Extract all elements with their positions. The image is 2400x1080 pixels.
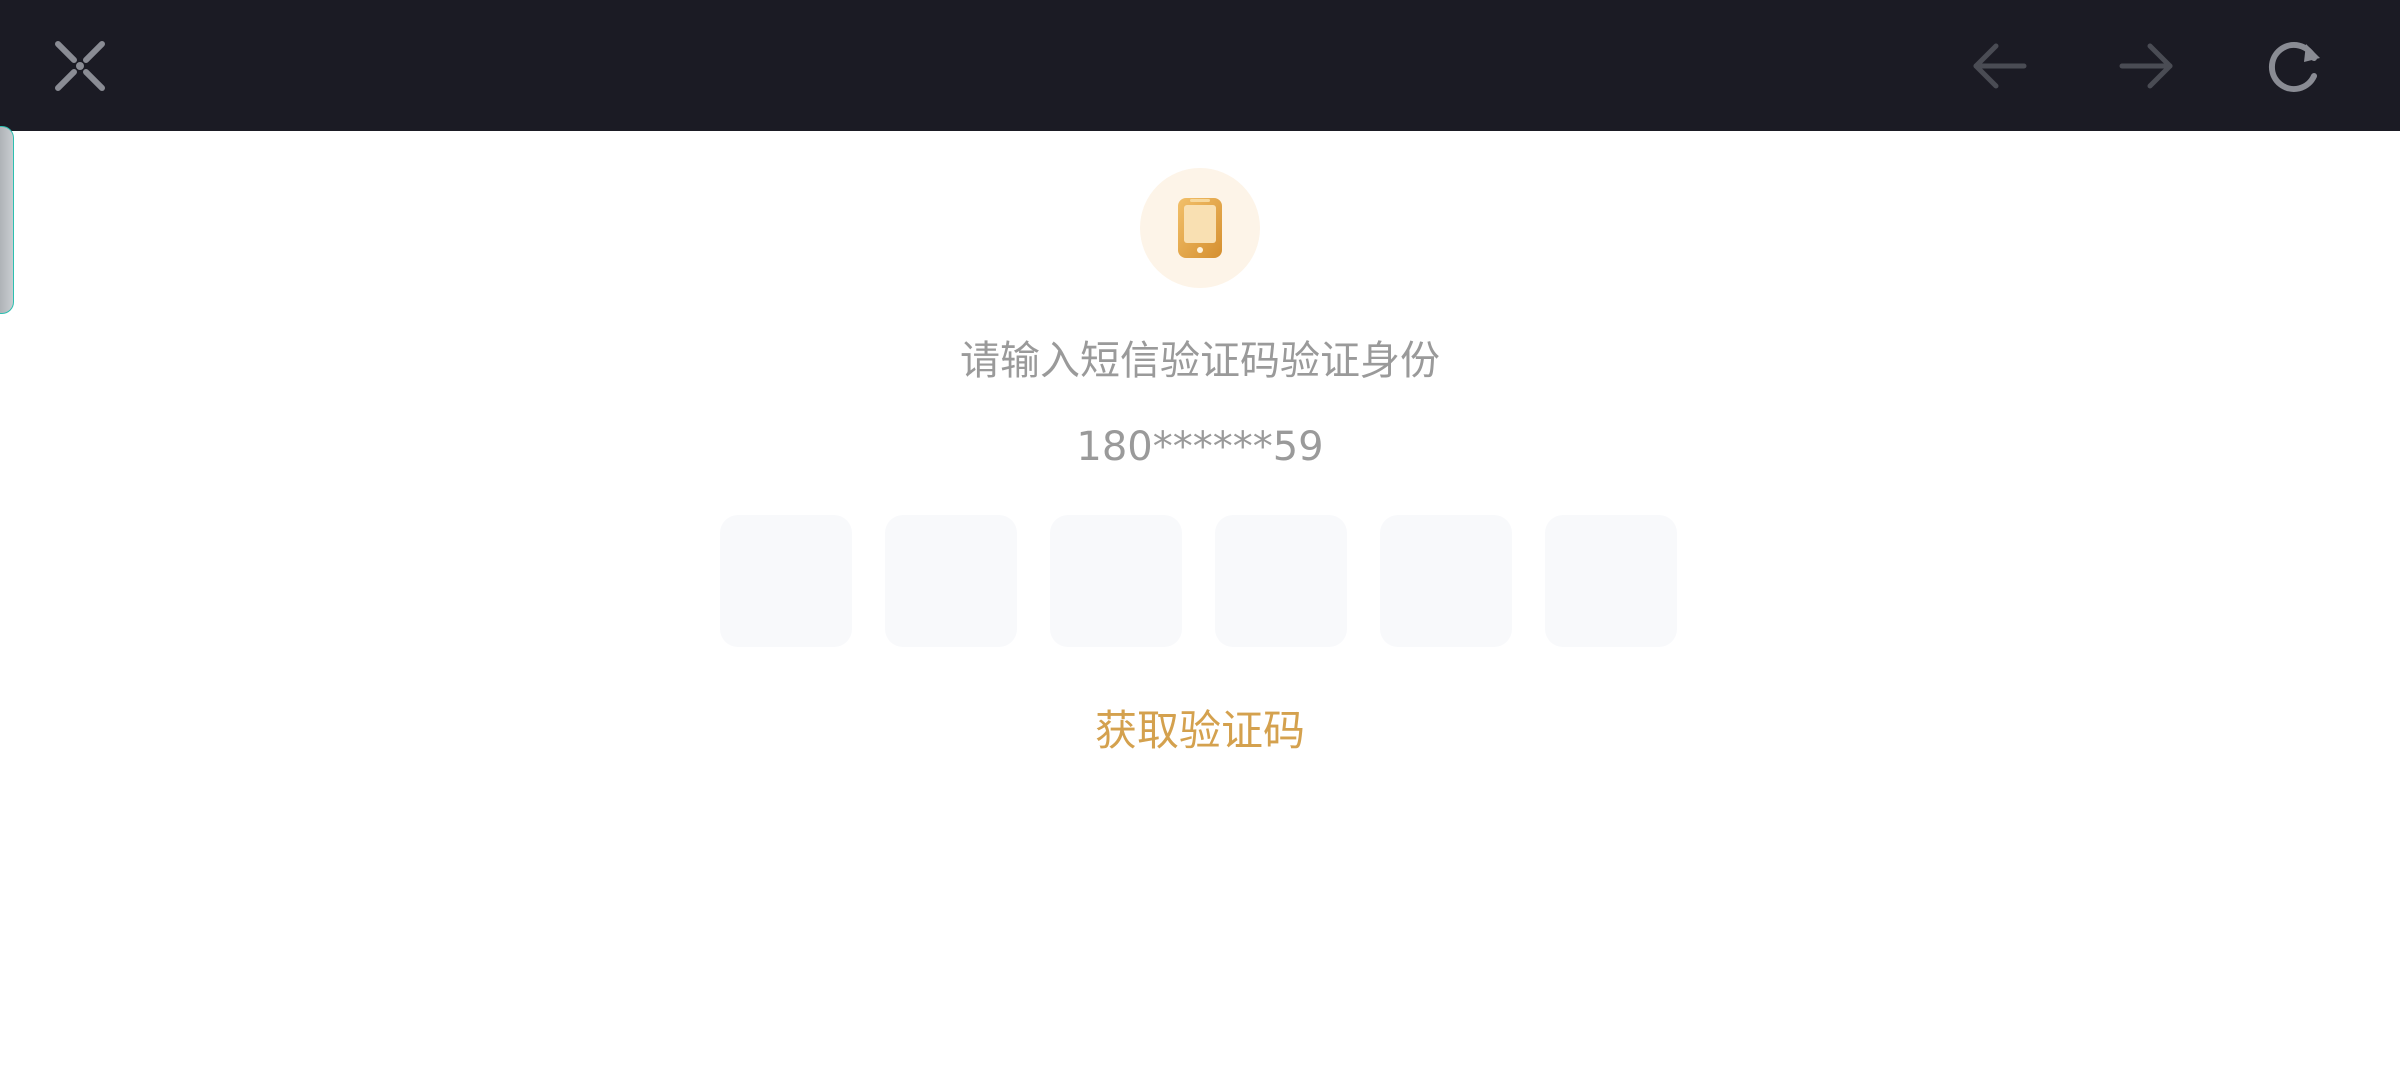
get-code-button[interactable]: 获取验证码	[1050, 703, 1350, 759]
code-digit-4[interactable]	[1215, 515, 1347, 647]
verify-prompt: 请输入短信验证码验证身份	[960, 338, 1440, 384]
phone-icon	[1178, 198, 1222, 258]
arrow-right-icon	[2119, 43, 2173, 89]
browser-toolbar	[0, 0, 2400, 131]
verification-panel: 请输入短信验证码验证身份 180******59 获取验证码	[0, 131, 2400, 1080]
close-button[interactable]	[36, 22, 124, 110]
code-digit-1[interactable]	[720, 515, 852, 647]
code-digit-6[interactable]	[1545, 515, 1677, 647]
reload-button[interactable]	[2250, 22, 2338, 110]
code-digit-5[interactable]	[1380, 515, 1512, 647]
reload-icon	[2269, 42, 2320, 92]
forward-button[interactable]	[2102, 22, 2190, 110]
sms-code-input-group	[720, 515, 1680, 647]
phone-badge	[1140, 168, 1260, 288]
arrow-left-icon	[1973, 43, 2027, 89]
close-x-icon	[55, 41, 105, 91]
code-digit-2[interactable]	[885, 515, 1017, 647]
code-digit-3[interactable]	[1050, 515, 1182, 647]
back-button[interactable]	[1956, 22, 2044, 110]
masked-phone-number: 180******59	[1076, 424, 1324, 470]
